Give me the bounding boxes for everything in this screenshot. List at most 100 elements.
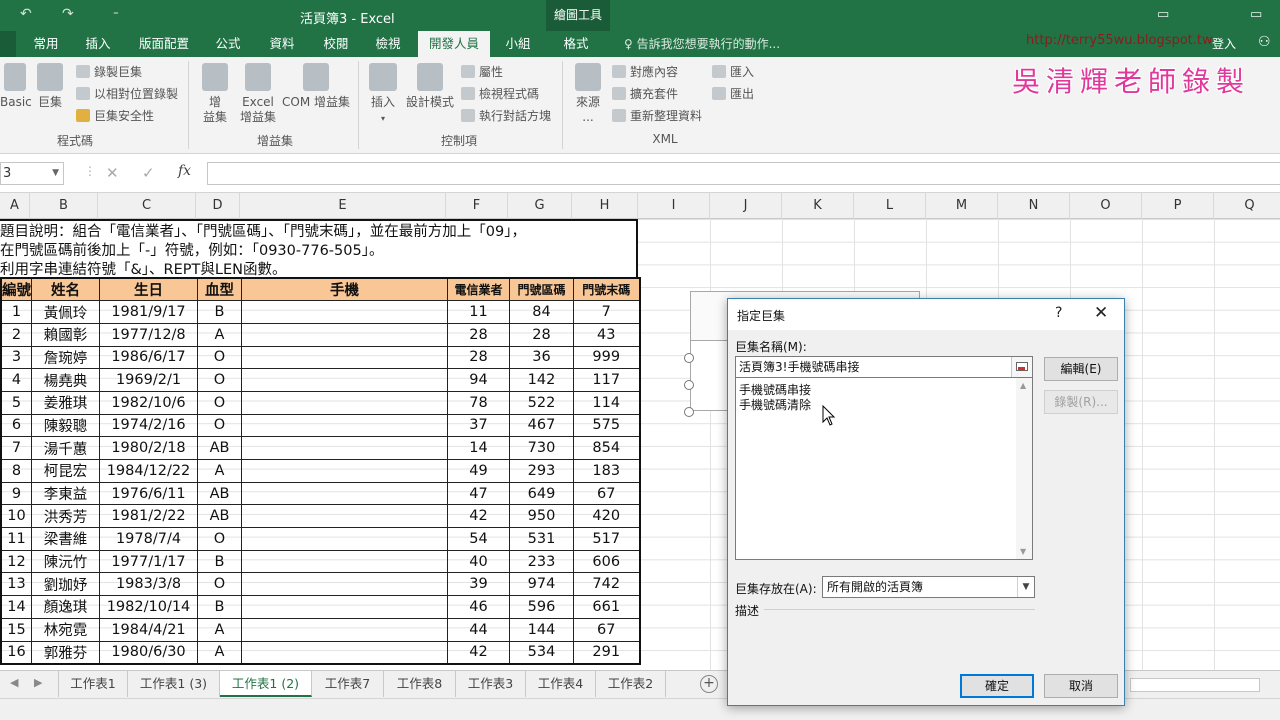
record-macro-button[interactable]: 錄製巨集 (76, 63, 142, 80)
cell-mobile[interactable] (241, 504, 448, 529)
cell-carrier[interactable]: 42 (447, 504, 510, 529)
cell-id[interactable]: 11 (0, 527, 32, 551)
header-name[interactable]: 姓名 (31, 277, 100, 302)
insert-control-button[interactable]: 插入 ▾ (366, 63, 400, 126)
cell-suffix[interactable]: 43 (573, 322, 640, 347)
cell-carrier[interactable]: 44 (447, 617, 510, 642)
column-header-n[interactable]: N (998, 193, 1070, 219)
macros-in-select[interactable]: 所有開啟的活頁簿 ▼ (822, 576, 1035, 598)
cell-suffix[interactable]: 67 (573, 481, 640, 506)
restore-window-icon[interactable]: ▭ (1250, 7, 1262, 22)
cell-blood-type[interactable]: A (197, 459, 242, 483)
cell-name[interactable]: 郭雅芬 (31, 640, 100, 665)
column-header-l[interactable]: L (854, 193, 926, 219)
cell-mobile[interactable] (241, 617, 448, 642)
cell-birthday[interactable]: 1977/1/17 (99, 549, 198, 574)
column-header-q[interactable]: Q (1214, 193, 1280, 219)
sheet-tab[interactable]: 工作表2 (596, 671, 666, 697)
cell-birthday[interactable]: 1977/12/8 (99, 322, 198, 347)
drag-handle-icon[interactable]: ⋮ (84, 164, 96, 178)
cell-suffix[interactable]: 999 (573, 345, 640, 370)
cell-carrier[interactable]: 78 (447, 390, 510, 415)
cell-area-code[interactable]: 950 (509, 504, 574, 529)
tab-insert[interactable]: 插入 (76, 31, 120, 57)
cell-area-code[interactable]: 233 (509, 549, 574, 574)
cell-mobile[interactable] (241, 549, 448, 574)
header-birthday[interactable]: 生日 (99, 277, 198, 302)
view-code-button[interactable]: 檢視程式碼 (461, 85, 539, 102)
tab-team[interactable]: 小組 (498, 31, 538, 57)
cell-mobile[interactable] (241, 640, 448, 665)
horizontal-scrollbar[interactable] (1130, 678, 1260, 692)
column-header-a[interactable]: A (0, 193, 30, 219)
header-mobile[interactable]: 手機 (241, 277, 448, 302)
cell-id[interactable]: 13 (0, 572, 32, 597)
cell-name[interactable]: 林宛霓 (31, 617, 100, 642)
scroll-down-icon[interactable]: ▼ (1020, 547, 1026, 556)
cell-blood-type[interactable]: O (197, 527, 242, 551)
cell-suffix[interactable]: 67 (573, 617, 640, 642)
cell-area-code[interactable]: 522 (509, 390, 574, 415)
sign-in-link[interactable]: 登入 (1212, 31, 1236, 57)
cell-carrier[interactable]: 14 (447, 436, 510, 460)
tab-formulas[interactable]: 公式 (206, 31, 250, 57)
header-blood-type[interactable]: 血型 (197, 277, 242, 302)
cell-area-code[interactable]: 730 (509, 436, 574, 460)
cell-name[interactable]: 楊堯典 (31, 368, 100, 392)
cell-name[interactable]: 黃佩玲 (31, 300, 100, 324)
name-box[interactable]: 3 ▼ (0, 162, 64, 185)
add-sheet-icon[interactable]: + (700, 675, 718, 693)
column-header-f[interactable]: F (446, 193, 508, 219)
cell-blood-type[interactable]: A (197, 640, 242, 665)
header-id[interactable]: 編號 (0, 277, 32, 302)
cell-birthday[interactable]: 1981/2/22 (99, 504, 198, 529)
column-header-e[interactable]: E (240, 193, 446, 219)
addins-button[interactable]: 增 益集 (198, 63, 232, 125)
cell-area-code[interactable]: 28 (509, 322, 574, 347)
insert-function-icon[interactable]: fx (178, 163, 191, 179)
column-header-g[interactable]: G (508, 193, 572, 219)
cell-suffix[interactable]: 7 (573, 300, 640, 324)
cell-blood-type[interactable]: B (197, 300, 242, 324)
scroll-up-icon[interactable]: ▲ (1020, 381, 1026, 390)
cell-carrier[interactable]: 47 (447, 481, 510, 506)
import-button[interactable]: 匯入 (712, 63, 754, 80)
cell-name[interactable]: 陳毅聰 (31, 413, 100, 438)
tell-me-box[interactable]: ♀ 告訴我您想要執行的動作... (624, 31, 780, 57)
tab-file[interactable] (0, 31, 16, 57)
sheet-tab-active[interactable]: 工作表1 (2) (220, 671, 312, 697)
header-carrier[interactable]: 電信業者 (447, 277, 510, 302)
help-icon[interactable]: ? (1055, 305, 1062, 321)
cell-carrier[interactable]: 94 (447, 368, 510, 392)
cell-name[interactable]: 柯昆宏 (31, 459, 100, 483)
cell-area-code[interactable]: 293 (509, 459, 574, 483)
enter-icon[interactable]: ✓ (142, 164, 155, 182)
sheet-tab[interactable]: 工作表3 (456, 671, 526, 697)
tab-developer[interactable]: 開發人員 (418, 31, 490, 57)
cell-blood-type[interactable]: AB (197, 436, 242, 460)
cell-birthday[interactable]: 1976/6/11 (99, 481, 198, 506)
sheet-tab[interactable]: 工作表8 (384, 671, 456, 697)
expansion-packs-button[interactable]: 擴充套件 (612, 85, 678, 102)
cell-area-code[interactable]: 974 (509, 572, 574, 597)
cell-id[interactable]: 1 (0, 300, 32, 324)
cell-name[interactable]: 顏逸琪 (31, 595, 100, 619)
cell-mobile[interactable] (241, 595, 448, 619)
cell-mobile[interactable] (241, 390, 448, 415)
cell-name[interactable]: 梁書維 (31, 527, 100, 551)
cell-blood-type[interactable]: AB (197, 504, 242, 529)
scroll-tabs-right-icon[interactable]: ▶ (34, 676, 42, 689)
cell-blood-type[interactable]: O (197, 413, 242, 438)
column-header-o[interactable]: O (1070, 193, 1142, 219)
list-scrollbar[interactable]: ▲ ▼ (1016, 378, 1032, 559)
cell-carrier[interactable]: 40 (447, 549, 510, 574)
user-icon[interactable]: ⚇ (1258, 34, 1271, 50)
header-suffix[interactable]: 門號末碼 (573, 277, 640, 302)
cell-blood-type[interactable]: O (197, 368, 242, 392)
design-mode-button[interactable]: 設計模式 (404, 63, 456, 110)
chevron-down-icon[interactable]: ▼ (1017, 577, 1034, 597)
cell-birthday[interactable]: 1982/10/14 (99, 595, 198, 619)
cell-birthday[interactable]: 1986/6/17 (99, 345, 198, 370)
sheet-tab[interactable]: 工作表4 (526, 671, 596, 697)
cell-area-code[interactable]: 84 (509, 300, 574, 324)
